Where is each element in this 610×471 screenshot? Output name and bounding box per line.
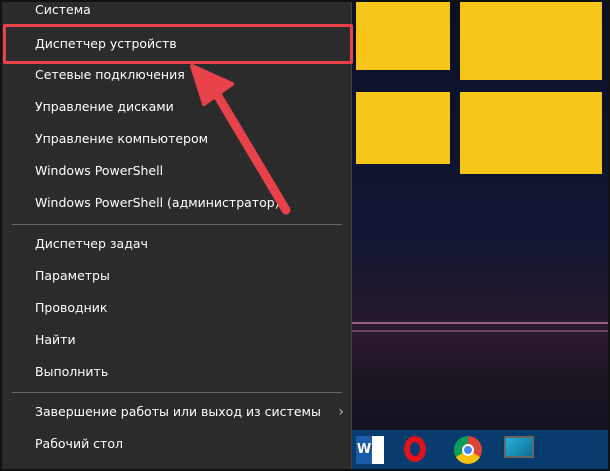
window-frame bbox=[0, 0, 610, 471]
